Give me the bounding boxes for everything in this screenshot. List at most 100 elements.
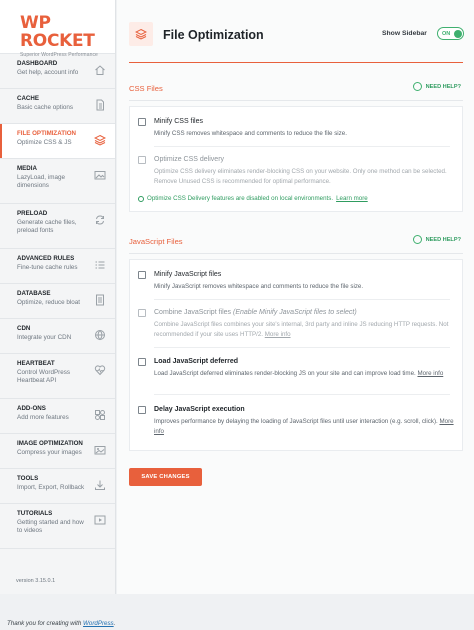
wordpress-link[interactable]: WordPress	[83, 620, 114, 627]
sidebar-item-preload[interactable]: PRELOAD Generate cache files, preload fo…	[0, 204, 115, 249]
image-icon	[94, 169, 106, 181]
page-header: File Optimization Show Sidebar ON	[129, 16, 469, 56]
toggle-knob	[453, 29, 462, 38]
page-title: File Optimization	[163, 28, 264, 42]
option-title: Load JavaScript deferred	[154, 358, 239, 365]
combine-js-checkbox[interactable]	[138, 309, 146, 317]
info-icon	[138, 195, 144, 202]
section-title: CSS Files	[129, 84, 163, 93]
sidebar-item-media[interactable]: MEDIA LazyLoad, image dimensions	[0, 159, 115, 204]
sidebar-item-tools[interactable]: TOOLS Import, Export, Rollback	[0, 469, 115, 504]
js-options-panel: Minify JavaScript files Minify JavaScrip…	[129, 259, 463, 451]
help-text: NEED HELP?	[425, 236, 461, 243]
sidebar-item-file-optimization[interactable]: FILE OPTIMIZATION Optimize CSS & JS	[0, 124, 115, 159]
local-env-notice: Optimize CSS Delivery features are disab…	[138, 195, 368, 202]
option-title: Minify CSS files	[154, 118, 204, 125]
heartbeat-icon	[94, 364, 106, 376]
section-divider	[129, 100, 463, 101]
nav-desc: Add more features	[17, 414, 69, 421]
css-options-panel: Minify CSS files Minify CSS removes whit…	[129, 106, 463, 212]
sidebar-item-cache[interactable]: CACHE Basic cache options	[0, 89, 115, 124]
file-icon	[94, 99, 106, 111]
logo-wordmark: WP ROCKET	[20, 13, 95, 51]
sidebar: WP ROCKET Superior WordPress Performance…	[0, 0, 116, 594]
nav-desc: Fine-tune cache rules	[17, 264, 78, 271]
globe-icon	[94, 329, 106, 341]
refresh-icon	[94, 214, 106, 226]
nav-desc: Optimize, reduce bloat	[17, 299, 80, 306]
show-sidebar-toggle[interactable]: ON	[437, 27, 464, 40]
sidebar-item-heartbeat[interactable]: HEARTBEAT Control WordPress Heartbeat AP…	[0, 354, 115, 399]
sidebar-item-add-ons[interactable]: ADD-ONS Add more features	[0, 399, 115, 434]
help-icon	[412, 235, 422, 244]
row-divider	[154, 299, 450, 300]
nav-desc: Control WordPress Heartbeat API	[17, 369, 71, 384]
home-icon	[94, 64, 106, 76]
optimize-css-delivery-checkbox[interactable]	[138, 156, 146, 164]
sidebar-item-advanced-rules[interactable]: ADVANCED RULES Fine-tune cache rules	[0, 249, 115, 284]
help-icon	[412, 82, 422, 91]
minify-css-checkbox[interactable]	[138, 118, 146, 126]
sidebar-item-image-optimization[interactable]: IMAGE OPTIMIZATION Compress your images	[0, 434, 115, 469]
row-divider	[154, 347, 450, 348]
row-divider	[154, 394, 450, 395]
save-changes-button[interactable]: SAVE CHANGES	[129, 468, 202, 486]
help-text: NEED HELP?	[425, 83, 461, 90]
toggle-label: ON	[442, 30, 451, 37]
js-section-header: JavaScript Files NEED HELP?	[129, 235, 463, 251]
layers-icon	[94, 134, 106, 146]
section-divider	[129, 253, 463, 254]
layers-icon	[129, 22, 153, 46]
option-title: Delay JavaScript execution	[154, 406, 245, 413]
option-desc-text: Improves performance by delaying the loa…	[154, 418, 438, 425]
minify-js-checkbox[interactable]	[138, 271, 146, 279]
main-content: File Optimization Show Sidebar ON CSS Fi…	[117, 0, 474, 594]
notice-text: Optimize CSS Delivery features are disab…	[147, 195, 334, 202]
delay-js-checkbox[interactable]	[138, 406, 146, 414]
header-divider	[129, 62, 463, 63]
css-need-help-link[interactable]: NEED HELP?	[412, 82, 461, 91]
css-section-header: CSS Files NEED HELP?	[129, 82, 463, 98]
footer-end: .	[113, 620, 116, 627]
database-icon	[94, 294, 106, 306]
image-opt-icon	[94, 444, 106, 456]
option-title-text: Combine JavaScript files	[154, 309, 232, 316]
option-desc: Improves performance by delaying the loa…	[154, 417, 454, 437]
footer-credit: Thank you for creating with WordPress.	[7, 620, 115, 627]
option-title: Minify JavaScript files	[154, 271, 222, 278]
nav-desc: Getting started and how to videos	[17, 519, 84, 534]
wp-rocket-logo[interactable]: WP ROCKET Superior WordPress Performance	[0, 0, 115, 58]
sidebar-item-cdn[interactable]: CDN Integrate your CDN	[0, 319, 115, 354]
nav-desc: Get help, account info	[17, 69, 79, 76]
option-title: Combine JavaScript files (Enable Minify …	[154, 309, 357, 316]
version-label: version 3.15.0.1	[16, 578, 56, 584]
more-info-link[interactable]: More info	[417, 370, 443, 377]
video-icon	[94, 514, 106, 526]
option-title: Optimize CSS delivery	[154, 156, 225, 163]
js-need-help-link[interactable]: NEED HELP?	[412, 235, 461, 244]
sidebar-item-database[interactable]: DATABASE Optimize, reduce bloat	[0, 284, 115, 319]
option-desc: Minify CSS removes whitespace and commen…	[154, 130, 347, 137]
option-desc: Combine JavaScript files combines your s…	[154, 320, 454, 340]
sidebar-item-tutorials[interactable]: TUTORIALS Getting started and how to vid…	[0, 504, 115, 549]
sidebar-item-dashboard[interactable]: DASHBOARD Get help, account info	[0, 54, 115, 89]
option-title-note: (Enable Minify JavaScript files to selec…	[232, 309, 357, 316]
addons-icon	[94, 409, 106, 421]
show-sidebar-label: Show Sidebar	[382, 30, 427, 37]
nav-desc: Integrate your CDN	[17, 334, 72, 341]
nav-desc: Optimize CSS & JS	[17, 139, 72, 146]
nav-desc: LazyLoad, image dimensions	[17, 174, 65, 189]
footer-text: Thank you for creating with	[7, 620, 82, 627]
option-desc: Optimize CSS delivery eliminates render-…	[154, 168, 447, 185]
learn-more-link[interactable]: Learn more	[336, 195, 368, 202]
nav-desc: Basic cache options	[17, 104, 74, 111]
more-info-link[interactable]: More info	[265, 331, 291, 338]
row-divider	[154, 146, 450, 147]
load-js-deferred-checkbox[interactable]	[138, 358, 146, 366]
section-title: JavaScript Files	[129, 237, 183, 246]
download-icon	[94, 479, 106, 491]
list-icon	[94, 259, 106, 271]
nav-desc: Generate cache files, preload fonts	[17, 219, 77, 234]
option-desc: Load JavaScript deferred eliminates rend…	[154, 369, 454, 379]
option-desc: Minify JavaScript removes whitespace and…	[154, 283, 364, 290]
